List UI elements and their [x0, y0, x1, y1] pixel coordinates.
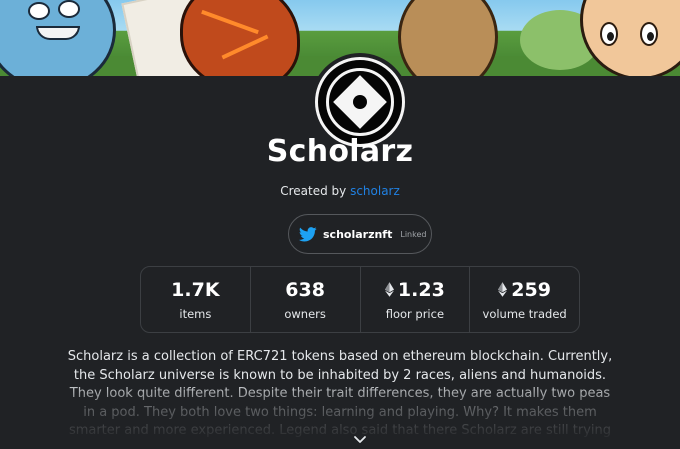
stat-items[interactable]: 1.7K items [141, 267, 251, 332]
created-by-label: Created by [280, 184, 347, 198]
banner-character-eye [28, 2, 50, 20]
stat-owners[interactable]: 638 owners [251, 267, 361, 332]
stat-label: floor price [385, 306, 445, 321]
stat-value: 259 [498, 279, 551, 301]
ethereum-icon [384, 282, 394, 297]
stat-value: 1.23 [384, 278, 445, 301]
banner-character-sand [398, 0, 498, 76]
creator-link[interactable]: scholarz [350, 184, 400, 198]
stat-volume-traded[interactable]: 259 volume traded [470, 267, 579, 332]
twitter-link-button[interactable]: scholarznft Linked [288, 214, 432, 254]
banner-character-eye [58, 0, 80, 18]
stat-label: owners [284, 306, 326, 321]
banner-character-lava [180, 0, 300, 76]
stat-number: 1.7K [171, 278, 220, 301]
stat-label: volume traded [482, 306, 567, 321]
stat-number: 638 [285, 278, 325, 301]
stat-value: 638 [285, 279, 325, 301]
twitter-icon [299, 226, 317, 241]
created-by-line: Created by scholarz [0, 184, 680, 198]
collection-title: Scholarz [266, 134, 414, 169]
logo-dot [353, 95, 367, 109]
stat-label: items [179, 306, 212, 321]
banner-character-pupil [647, 32, 654, 41]
collection-stats: 1.7K items 638 owners 1.23 floor price 2 [140, 266, 580, 333]
stat-number: 1.23 [397, 278, 445, 301]
chevron-down-icon[interactable] [352, 434, 368, 446]
stat-value: 1.7K [171, 279, 219, 301]
banner-character-pupil [607, 32, 614, 41]
stat-number: 259 [511, 278, 551, 301]
twitter-handle: scholarznft [323, 227, 393, 241]
collection-description: Scholarz is a collection of ERC721 token… [67, 349, 613, 438]
linked-badge: Linked [400, 229, 427, 239]
stat-floor-price[interactable]: 1.23 floor price [361, 267, 471, 332]
ethereum-icon [498, 282, 508, 297]
